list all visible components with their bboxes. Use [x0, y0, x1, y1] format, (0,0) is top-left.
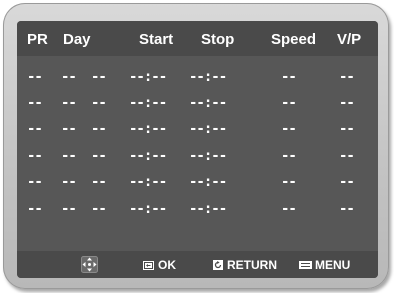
cell-program: -- — [27, 174, 43, 190]
cell-day: -- — [61, 174, 77, 190]
cell-stop-time: --:-- — [189, 95, 227, 111]
timer-programming-screen: PR Day Start Stop Speed V/P -- -- -- --:-- -… — [17, 21, 378, 278]
cell-day: -- — [61, 69, 77, 85]
column-header-day: Day — [63, 31, 91, 48]
ok-label: OK — [158, 258, 176, 272]
column-header-stop: Stop — [201, 31, 235, 48]
move-hint — [81, 255, 98, 273]
menu-icon — [299, 261, 312, 269]
cell-program: -- — [27, 148, 43, 164]
cell-start-time: --:-- — [129, 148, 167, 164]
cell-speed: -- — [281, 121, 297, 137]
menu-hint: MENU — [299, 258, 350, 272]
cell-program: -- — [27, 95, 43, 111]
timer-row[interactable]: -- -- -- --:-- --:-- -- -- — [17, 174, 378, 191]
cell-day-second: -- — [91, 201, 107, 217]
cell-vps: -- — [339, 69, 355, 85]
cell-stop-time: --:-- — [189, 201, 227, 217]
cell-day: -- — [61, 148, 77, 164]
cell-day-second: -- — [91, 95, 107, 111]
cell-day: -- — [61, 95, 77, 111]
cell-vps: -- — [339, 148, 355, 164]
enter-icon — [143, 260, 154, 270]
cell-speed: -- — [281, 69, 297, 85]
cell-day-second: -- — [91, 174, 107, 190]
column-header-pr: PR — [27, 31, 48, 48]
cell-start-time: --:-- — [129, 69, 167, 85]
cell-day-second: -- — [91, 148, 107, 164]
cell-day-second: -- — [91, 121, 107, 137]
cell-start-time: --:-- — [129, 201, 167, 217]
cell-day: -- — [61, 201, 77, 217]
cell-program: -- — [27, 69, 43, 85]
cell-program: -- — [27, 201, 43, 217]
cell-start-time: --:-- — [129, 121, 167, 137]
column-header-vp: V/P — [337, 31, 362, 48]
return-arrow-icon — [213, 260, 223, 270]
cell-vps: -- — [339, 95, 355, 111]
return-label: RETURN — [227, 258, 277, 272]
cell-program: -- — [27, 121, 43, 137]
return-hint: RETURN — [213, 258, 277, 272]
cell-speed: -- — [281, 148, 297, 164]
timer-row[interactable]: -- -- -- --:-- --:-- -- -- — [17, 201, 378, 218]
four-way-arrow-icon — [81, 255, 98, 273]
column-header-start: Start — [139, 31, 174, 48]
cell-start-time: --:-- — [129, 174, 167, 190]
cell-stop-time: --:-- — [189, 148, 227, 164]
column-header-bar: PR Day Start Stop Speed V/P — [17, 21, 378, 56]
cell-vps: -- — [339, 174, 355, 190]
cell-speed: -- — [281, 95, 297, 111]
column-header-speed: Speed — [271, 31, 317, 48]
cell-stop-time: --:-- — [189, 69, 227, 85]
cell-day: -- — [61, 121, 77, 137]
cell-start-time: --:-- — [129, 95, 167, 111]
cell-speed: -- — [281, 201, 297, 217]
cell-day-second: -- — [91, 69, 107, 85]
timer-row[interactable]: -- -- -- --:-- --:-- -- -- — [17, 121, 378, 138]
cell-vps: -- — [339, 201, 355, 217]
cell-speed: -- — [281, 174, 297, 190]
cell-stop-time: --:-- — [189, 174, 227, 190]
menu-label: MENU — [315, 258, 351, 272]
footer-bar: OK RETURN MENU — [17, 251, 378, 278]
ok-hint: OK — [143, 258, 176, 272]
timer-row[interactable]: -- -- -- --:-- --:-- -- -- — [17, 95, 378, 112]
timer-row[interactable]: -- -- -- --:-- --:-- -- -- — [17, 148, 378, 165]
cell-vps: -- — [339, 121, 355, 137]
timer-row[interactable]: -- -- -- --:-- --:-- -- -- — [17, 69, 378, 86]
cell-stop-time: --:-- — [189, 121, 227, 137]
